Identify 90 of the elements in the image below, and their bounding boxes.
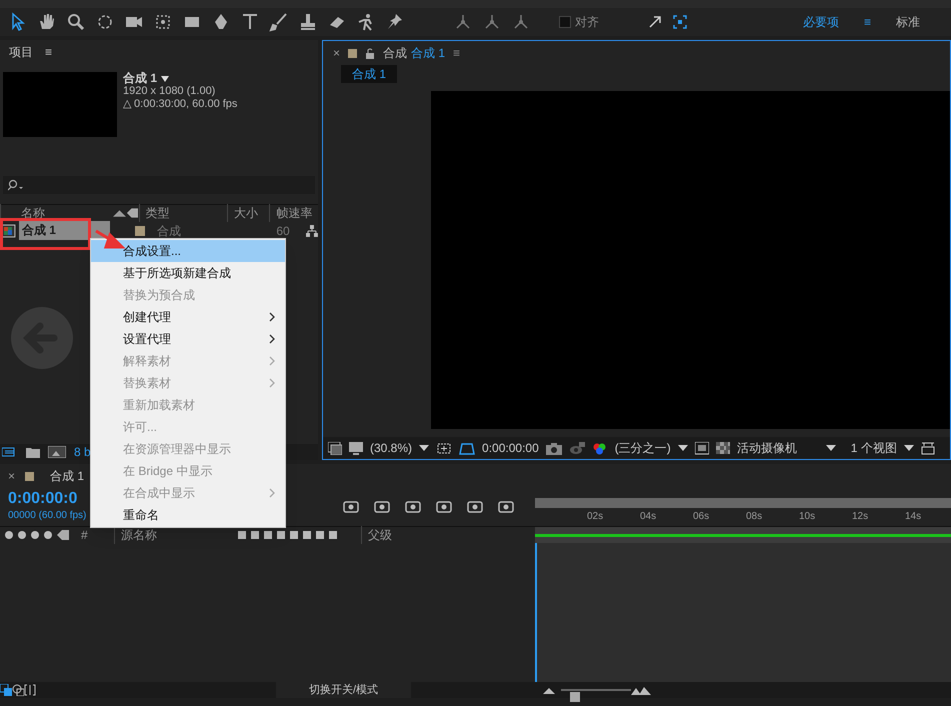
close-icon[interactable]: × [333, 44, 340, 62]
menu-item[interactable]: 重命名 [91, 504, 285, 526]
viewer-tab[interactable]: 合成 1 [411, 44, 446, 62]
zoom-in-icon[interactable] [631, 685, 651, 695]
menu-item[interactable]: 设置代理 [91, 328, 285, 350]
ruler-label: 12s [852, 510, 870, 524]
ruler-label: 14s [905, 510, 922, 524]
camera-dropdown[interactable]: 活动摄像机 [736, 439, 819, 457]
ruler-label: 02s [587, 510, 604, 524]
hierarchy-icon[interactable] [306, 224, 318, 236]
submenu-chevron-icon [269, 488, 275, 498]
submenu-chevron-icon [269, 334, 275, 344]
pin-tool-icon[interactable] [385, 12, 405, 32]
comp-subtab[interactable]: 合成 1 [341, 65, 398, 83]
comp-size: 1920 x 1080 (1.00) [123, 85, 216, 98]
workspace-tab[interactable]: 标准 [892, 13, 924, 31]
item-framerate: 60 [276, 222, 291, 240]
search-icon [8, 179, 26, 191]
panel-menu-icon[interactable]: ≡ [45, 43, 52, 61]
slider-thumb[interactable] [570, 692, 580, 702]
column-header[interactable]: 类型 [138, 204, 228, 222]
frame-icon[interactable] [672, 14, 688, 30]
checkerboard-icon[interactable] [716, 442, 730, 454]
reset-exposure-icon[interactable] [920, 442, 935, 454]
panel-menu-icon[interactable]: ≡ [453, 44, 460, 62]
region-icon[interactable] [436, 442, 452, 454]
expand-icon[interactable] [647, 14, 663, 30]
folder-icon[interactable] [26, 446, 40, 458]
toggle-switches-button[interactable]: 切换开关/模式 [276, 682, 411, 698]
label-tag-icon[interactable] [56, 529, 70, 541]
submenu-chevron-icon [269, 312, 275, 322]
zoom-tool-icon[interactable] [66, 12, 86, 32]
resolution-dropdown[interactable]: (三分之一) [614, 439, 671, 457]
snap-label: 对齐 [575, 14, 599, 31]
ruler-label: 06s [693, 510, 710, 524]
submenu-chevron-icon [269, 378, 275, 388]
column-header[interactable]: 帧速率 [269, 204, 318, 222]
label-tag-icon [126, 207, 139, 219]
layer-switches-icon[interactable] [0, 684, 12, 696]
ruler-label: 08s [746, 510, 764, 524]
type-tool-icon[interactable] [240, 12, 260, 32]
viewer-timecode[interactable]: 0:00:00:00 [482, 439, 539, 457]
hand-tool-icon[interactable] [37, 12, 57, 32]
snap-checkbox[interactable] [559, 16, 571, 28]
item-type: 合成 [157, 222, 182, 240]
transfer-controls-icon[interactable] [12, 684, 24, 696]
monitor-icon[interactable] [349, 442, 363, 454]
views-dropdown[interactable]: 1 个视图 [850, 439, 897, 457]
comp-name: 合成 1 [123, 72, 158, 85]
ruler-label: 10s [799, 510, 816, 524]
comp-color-swatch [25, 472, 34, 480]
ruler-label: 04s [640, 510, 658, 524]
zoom-level[interactable]: (30.8%) [370, 439, 412, 457]
viewer-tab-label: 合成 [383, 45, 408, 62]
panel-title[interactable]: 项目 [9, 43, 33, 61]
project-item-name[interactable]: 合成 1 [18, 221, 110, 240]
preview-icon[interactable] [328, 442, 342, 454]
timeline-tab[interactable]: 合成 1 [50, 467, 84, 485]
menu-item[interactable]: 基于所选项新建合成 [91, 262, 285, 284]
current-time[interactable]: 0:00:00:0 [8, 490, 78, 508]
comp-duration: △ 0:00:30:00, 60.00 fps [123, 98, 238, 111]
comp-color-swatch [348, 48, 358, 58]
dropdown-icon[interactable] [826, 445, 836, 451]
dropdown-icon[interactable] [419, 445, 430, 451]
show-snapshot-icon[interactable] [568, 442, 585, 454]
region-of-interest-icon[interactable] [694, 442, 709, 454]
workspace-menu-icon[interactable]: ≡ [852, 13, 883, 31]
frame-count: 00000 (60.00 fps) [8, 509, 86, 523]
column-header[interactable]: 父级 [361, 526, 392, 544]
workspace-tab[interactable]: 必要项 [798, 13, 843, 31]
in-out-icon[interactable] [24, 684, 36, 696]
dropdown-icon[interactable] [904, 445, 914, 451]
brush-tool-icon[interactable] [269, 12, 289, 32]
transparency-grid-icon[interactable] [459, 442, 476, 454]
stamp-tool-icon[interactable] [298, 12, 318, 32]
column-header[interactable]: # [81, 526, 111, 544]
menu-item[interactable]: 创建代理 [91, 306, 285, 328]
dropdown-icon[interactable] [161, 76, 170, 82]
dropdown-icon[interactable] [678, 445, 688, 451]
bit-depth[interactable]: 8 b [74, 443, 91, 461]
column-header[interactable]: 大小 [227, 204, 270, 222]
submenu-chevron-icon [269, 356, 275, 366]
sort-arrow-icon[interactable] [112, 209, 126, 217]
color-channels-icon[interactable] [592, 442, 608, 454]
menu-item[interactable]: 合成设置... [91, 240, 285, 262]
close-icon[interactable]: × [8, 467, 16, 485]
camera-icon[interactable] [546, 442, 562, 454]
zoom-out-icon[interactable] [543, 686, 555, 694]
search-field[interactable] [3, 176, 315, 194]
new-composition-icon[interactable] [48, 446, 66, 458]
